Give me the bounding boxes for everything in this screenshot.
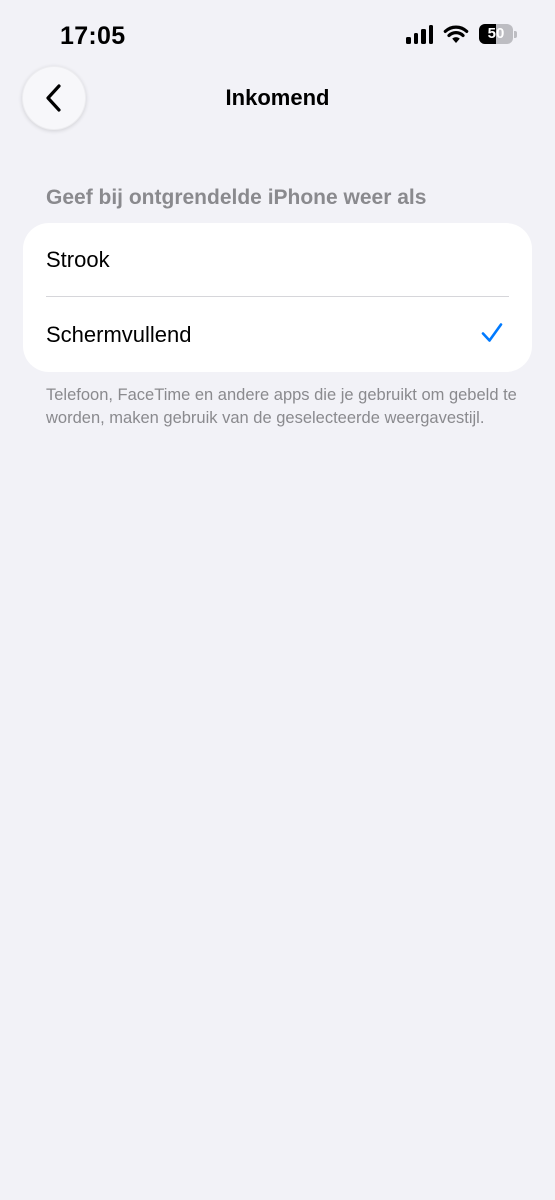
battery-icon: 50: [479, 24, 513, 44]
section-header: Geef bij ontgrendelde iPhone weer als: [46, 186, 427, 209]
checkmark-icon: [481, 323, 503, 342]
option-strook[interactable]: Strook: [23, 223, 532, 297]
option-label: Strook: [46, 247, 110, 272]
page-title: Inkomend: [225, 85, 330, 110]
display-style-options: Strook Schermvullend: [23, 223, 532, 372]
wifi-icon: [443, 25, 469, 43]
section-footer: Telefoon, FaceTime en andere apps die je…: [46, 386, 517, 427]
cellular-signal-icon: [406, 24, 433, 44]
status-time: 17:05: [60, 22, 126, 50]
option-schermvullend[interactable]: Schermvullend: [23, 298, 532, 372]
status-icons: 50: [406, 24, 517, 44]
divider: [46, 296, 509, 297]
battery-level: 50: [487, 25, 505, 42]
option-label: Schermvullend: [46, 322, 192, 347]
battery-cap: [514, 30, 517, 38]
